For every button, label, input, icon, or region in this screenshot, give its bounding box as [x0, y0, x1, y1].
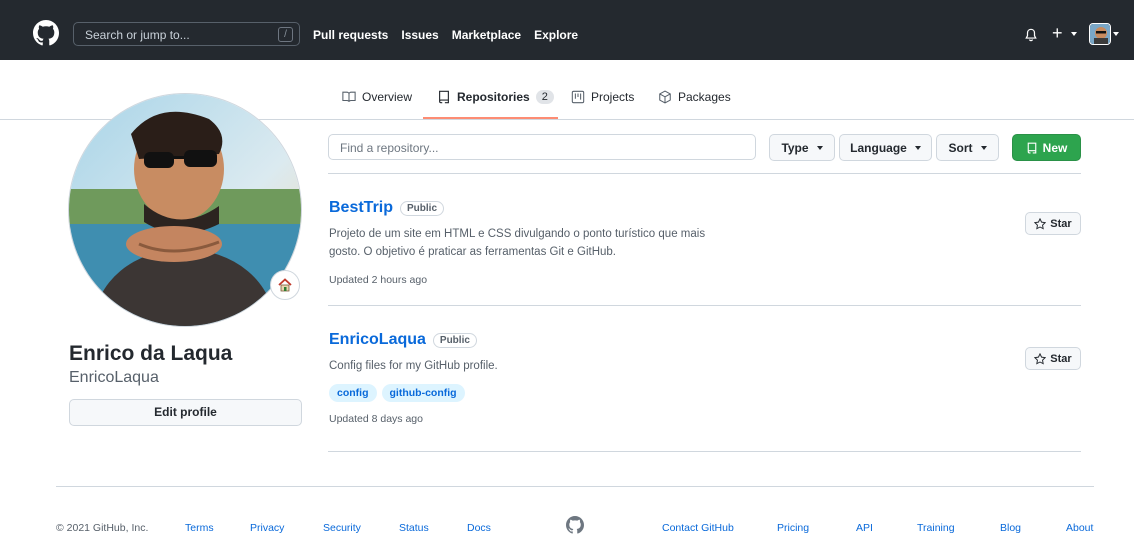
user-menu-caret-icon[interactable]	[1113, 32, 1119, 36]
package-icon	[659, 90, 671, 104]
visibility-badge: Public	[432, 332, 477, 348]
sort-filter-button[interactable]: Sort	[936, 134, 999, 161]
type-filter-button[interactable]: Type	[769, 134, 835, 161]
repo-list-divider	[328, 305, 1081, 306]
footer-link-security[interactable]: Security	[323, 522, 361, 534]
chevron-down-icon	[980, 145, 987, 150]
footer-link-api[interactable]: API	[856, 522, 873, 534]
search-placeholder: Search or jump to...	[85, 28, 190, 42]
nav-pull-requests[interactable]: Pull requests	[313, 28, 388, 42]
find-repository-input[interactable]: Find a repository...	[328, 134, 756, 160]
tab-packages[interactable]: Packages	[658, 90, 731, 104]
slash-shortcut-key: /	[278, 27, 293, 42]
project-icon	[571, 90, 585, 104]
profile-name: Enrico da Laqua	[69, 342, 233, 365]
bell-icon[interactable]	[1024, 27, 1038, 43]
tab-packages-label: Packages	[678, 90, 731, 104]
repo-list-item: BestTrip Public Projeto de um site em HT…	[329, 199, 1081, 286]
repo-updated-time: Updated 2 hours ago	[329, 274, 428, 286]
search-input[interactable]: Search or jump to... /	[73, 22, 300, 46]
repo-list-divider	[328, 451, 1081, 452]
star-button[interactable]: Star	[1025, 347, 1081, 370]
github-logo-icon[interactable]	[33, 20, 59, 46]
edit-profile-button[interactable]: Edit profile	[69, 399, 302, 426]
repo-list-divider	[328, 173, 1081, 174]
new-repository-button[interactable]: New	[1012, 134, 1081, 161]
type-filter-label: Type	[781, 140, 809, 155]
tab-projects-label: Projects	[591, 90, 635, 104]
repo-description: Projeto de um site em HTML e CSS divulga…	[329, 228, 706, 258]
sort-filter-label: Sort	[948, 140, 973, 155]
profile-username: EnricoLaqua	[69, 369, 159, 386]
tab-overview-label: Overview	[362, 90, 413, 104]
home-emoji-icon	[278, 278, 292, 292]
footer-link-blog[interactable]: Blog	[1000, 522, 1021, 534]
nav-explore[interactable]: Explore	[534, 28, 578, 42]
repo-updated-time: Updated 8 days ago	[329, 413, 423, 425]
visibility-badge: Public	[400, 200, 445, 216]
repo-topics: config github-config	[329, 384, 1081, 402]
new-repository-label: New	[1042, 140, 1068, 155]
user-avatar-menu[interactable]	[1089, 23, 1111, 45]
star-label: Star	[1050, 217, 1072, 230]
footer-link-docs[interactable]: Docs	[467, 522, 491, 534]
footer-link-privacy[interactable]: Privacy	[250, 522, 284, 534]
star-icon	[1034, 217, 1047, 230]
github-logo-icon[interactable]	[566, 516, 584, 534]
plus-icon[interactable]: +	[1052, 24, 1063, 42]
nav-marketplace[interactable]: Marketplace	[452, 28, 521, 42]
footer-link-contact[interactable]: Contact GitHub	[662, 522, 734, 534]
tab-repositories-label: Repositories	[457, 90, 530, 104]
footer-link-pricing[interactable]: Pricing	[777, 522, 809, 534]
repo-icon	[1027, 142, 1036, 153]
star-label: Star	[1050, 352, 1072, 365]
status-emoji-button[interactable]	[270, 270, 300, 300]
repo-list-item: EnricoLaqua Public Config files for my G…	[329, 331, 1081, 425]
repo-description: Config files for my GitHub profile.	[329, 360, 498, 372]
language-filter-button[interactable]: Language	[839, 134, 932, 161]
chevron-down-icon	[914, 145, 921, 150]
star-icon	[1034, 352, 1047, 365]
create-menu-caret-icon[interactable]	[1071, 32, 1077, 36]
book-icon	[342, 91, 356, 102]
footer-divider	[56, 486, 1094, 487]
tab-repositories[interactable]: Repositories 2	[437, 90, 554, 104]
top-nav: Pull requests Issues Marketplace Explore	[313, 28, 578, 42]
language-filter-label: Language	[850, 140, 907, 155]
footer-link-terms[interactable]: Terms	[185, 522, 214, 534]
tab-projects[interactable]: Projects	[571, 90, 634, 104]
global-header: Search or jump to... / Pull requests Iss…	[0, 0, 1134, 60]
topic-tag[interactable]: github-config	[381, 384, 465, 402]
footer-copyright: © 2021 GitHub, Inc.	[56, 522, 149, 534]
repositories-count-badge: 2	[535, 90, 554, 104]
repo-name-link[interactable]: BestTrip	[329, 199, 393, 217]
footer-link-training[interactable]: Training	[917, 522, 955, 534]
chevron-down-icon	[816, 145, 823, 150]
tab-overview[interactable]: Overview	[342, 90, 412, 104]
topic-tag[interactable]: config	[329, 384, 377, 402]
star-button[interactable]: Star	[1025, 212, 1081, 235]
find-repository-placeholder: Find a repository...	[340, 141, 439, 155]
nav-issues[interactable]: Issues	[401, 28, 438, 42]
footer-link-status[interactable]: Status	[399, 522, 429, 534]
footer-link-about[interactable]: About	[1066, 522, 1093, 534]
profile-avatar[interactable]	[68, 93, 302, 327]
repo-name-link[interactable]: EnricoLaqua	[329, 331, 426, 349]
repo-icon	[439, 90, 449, 104]
